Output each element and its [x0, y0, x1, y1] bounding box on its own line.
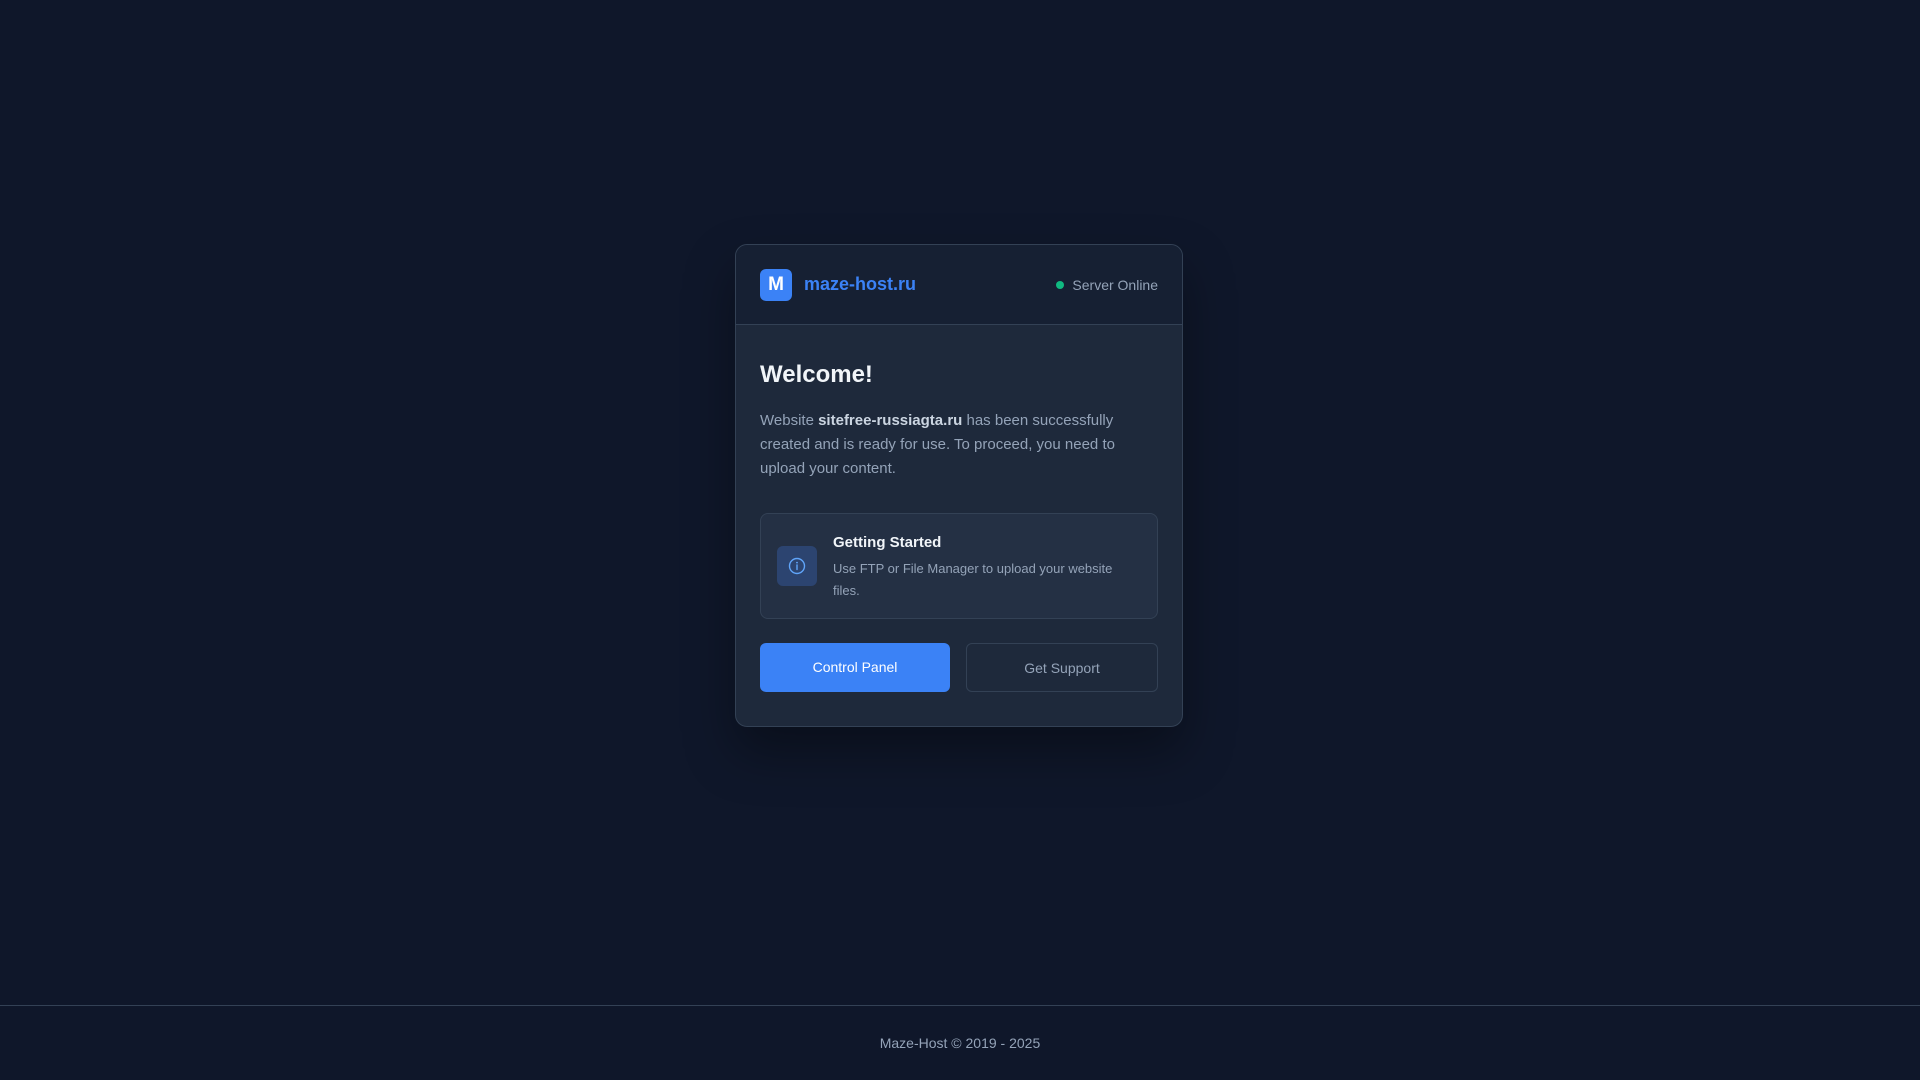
server-status: Server Online	[1056, 277, 1158, 293]
page-stage: M maze-host.ru Server Online Welcome! We…	[0, 0, 1920, 1005]
action-buttons: Control Panel Get Support	[760, 643, 1158, 692]
brand-link[interactable]: M maze-host.ru	[760, 268, 917, 301]
info-icon	[777, 546, 817, 586]
getting-started-box: Getting Started Use FTP or File Manager …	[760, 513, 1158, 619]
logo-icon: M	[760, 268, 792, 301]
info-content: Getting Started Use FTP or File Manager …	[833, 530, 1141, 602]
welcome-card: M maze-host.ru Server Online Welcome! We…	[735, 244, 1183, 727]
brand-name: maze-host.ru	[804, 274, 917, 294]
get-support-button[interactable]: Get Support	[966, 643, 1158, 692]
site-name: sitefree-russiagta.ru	[818, 412, 963, 429]
page-footer: Maze-Host © 2019 - 2025	[0, 1005, 1920, 1080]
card-body: Welcome! Website sitefree-russiagta.ru h…	[736, 325, 1182, 724]
description-prefix: Website	[760, 412, 819, 429]
footer-text: Maze-Host © 2019 - 2025	[879, 1035, 1041, 1051]
info-title: Getting Started	[833, 534, 942, 551]
welcome-description: Website sitefree-russiagta.ru has been s…	[760, 409, 1158, 481]
info-text: Use FTP or File Manager to upload your w…	[833, 561, 1113, 598]
status-text: Server Online	[1072, 276, 1158, 293]
control-panel-button[interactable]: Control Panel	[760, 643, 950, 692]
status-dot-icon	[1056, 280, 1065, 289]
page-title: Welcome!	[760, 361, 873, 388]
card-header: M maze-host.ru Server Online	[736, 245, 1182, 325]
